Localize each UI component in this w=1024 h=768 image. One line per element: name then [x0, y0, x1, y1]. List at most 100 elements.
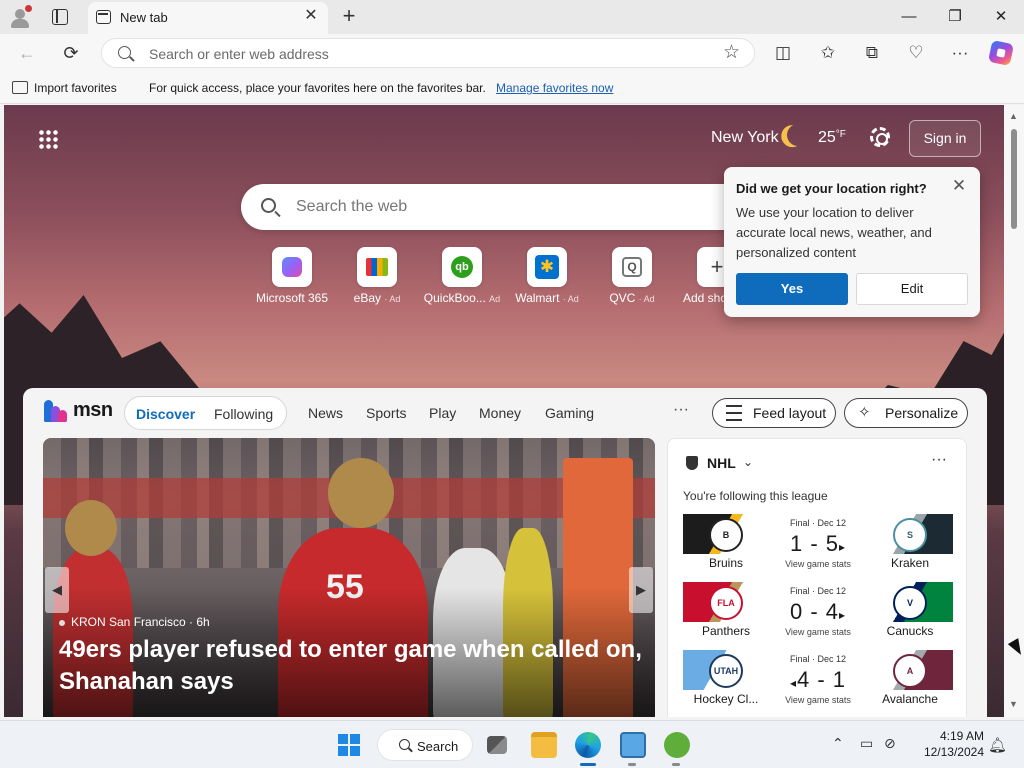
personalize-button[interactable]: ✧ Personalize: [844, 398, 968, 428]
tab-new-tab[interactable]: New tab ✕: [88, 2, 328, 34]
manage-favorites-link[interactable]: Manage favorites now: [496, 81, 613, 95]
new-tab-page: New York 25°F Sign in Search the web Mic…: [4, 105, 1004, 717]
copilot-icon[interactable]: [987, 39, 1015, 67]
nhl-scores-card: NHL ⌄ ··· You're following this league B…: [667, 438, 967, 717]
quick-link-ebay[interactable]: eBay · Ad: [337, 247, 417, 305]
close-icon[interactable]: ✕: [950, 177, 968, 195]
feed-nav-money[interactable]: Money: [479, 405, 521, 421]
tab-close-icon[interactable]: ✕: [302, 7, 320, 25]
import-favorites-button[interactable]: Import favorites: [34, 81, 117, 95]
page-settings-gear-icon[interactable]: [870, 127, 890, 147]
show-hidden-icons-chevron-icon[interactable]: ⌃: [832, 735, 844, 752]
new-tab-button[interactable]: +: [338, 5, 360, 27]
quick-link-tile: +: [697, 247, 727, 287]
hero-helmet-left: [65, 500, 117, 556]
system-clock[interactable]: 4:19 AM 12/13/2024: [900, 728, 984, 760]
quick-link-add-shortcut[interactable]: + Add sho: [677, 247, 727, 305]
hero-story-card[interactable]: 55 ◀ ▶ KRON San Francisco · 6h 49ers pla…: [43, 438, 655, 717]
web-search-box[interactable]: Search the web: [241, 184, 751, 230]
quick-link-microsoft-365[interactable]: Microsoft 365: [252, 247, 332, 305]
ebay-icon: [366, 258, 388, 276]
file-explorer-icon[interactable]: [531, 732, 557, 758]
settings-more-icon[interactable]: ···: [949, 42, 971, 64]
green-app-icon[interactable]: [664, 732, 690, 758]
hero-headline[interactable]: 49ers player refused to enter game when …: [59, 634, 649, 698]
feed-more-icon[interactable]: ···: [673, 401, 689, 419]
quick-link-label: QVC · Ad: [592, 291, 672, 305]
add-favorite-star-icon[interactable]: ☆: [723, 42, 740, 64]
close-window-button[interactable]: ✕: [978, 0, 1024, 34]
feed-layout-button[interactable]: Feed layout: [712, 398, 836, 428]
away-team-name: Avalanche: [882, 692, 938, 706]
scroll-up-icon[interactable]: ▲: [1009, 111, 1018, 121]
source-logo-icon: [59, 619, 65, 626]
scrollbar-thumb[interactable]: [1011, 129, 1017, 229]
hero-source[interactable]: KRON San Francisco · 6h: [59, 615, 210, 629]
control-panel-icon[interactable]: [620, 732, 646, 758]
card-more-icon[interactable]: ···: [931, 451, 947, 469]
profile-icon[interactable]: [8, 5, 32, 29]
game-score: 0 - 4▸: [769, 599, 867, 625]
game-row[interactable]: UTAH Hockey Cl... Final · Dec 12 ◂4 - 1 …: [683, 650, 953, 708]
quick-link-name: eBay: [353, 291, 381, 305]
split-screen-icon[interactable]: ◫: [772, 42, 794, 64]
quick-link-quickbooks[interactable]: qb QuickBoo... Ad: [422, 247, 502, 305]
game-status: Final · Dec 12: [789, 586, 847, 596]
page-scrollbar[interactable]: ▲ ▼: [1004, 105, 1024, 717]
edge-browser-icon[interactable]: [575, 732, 601, 758]
view-game-stats-link[interactable]: View game stats: [769, 627, 867, 637]
refresh-icon[interactable]: ⟳: [60, 42, 82, 64]
title-bar: New tab ✕ + — ❐ ✕: [0, 0, 1024, 34]
hero-next-button[interactable]: ▶: [629, 567, 653, 613]
back-icon[interactable]: ←: [16, 42, 38, 64]
feed-nav-sports[interactable]: Sports: [366, 405, 406, 421]
collections-icon[interactable]: ⧉: [861, 42, 883, 64]
quick-link-walmart[interactable]: ✱ Walmart · Ad: [507, 247, 587, 305]
weather-temperature[interactable]: 25°F: [818, 129, 846, 147]
quick-link-qvc[interactable]: Q QVC · Ad: [592, 247, 672, 305]
msn-feed: msn Discover Following News Sports Play …: [23, 388, 987, 717]
navigation-bar: ← ⟳ Search or enter web address ☆ ◫ ✩ ⧉ …: [0, 34, 1024, 72]
location-yes-button[interactable]: Yes: [736, 273, 848, 305]
profile-alert-dot: [25, 5, 32, 12]
network-icon[interactable]: ▭: [860, 735, 873, 752]
scroll-down-icon[interactable]: ▼: [1009, 699, 1018, 709]
taskbar-search[interactable]: Search: [377, 729, 473, 761]
minimize-button[interactable]: —: [886, 0, 932, 34]
favorites-bar-message: For quick access, place your favorites h…: [149, 81, 486, 95]
msn-brand[interactable]: msn: [73, 399, 113, 422]
view-game-stats-link[interactable]: View game stats: [769, 695, 867, 705]
tab-actions-icon[interactable]: [52, 9, 68, 25]
feed-nav-play[interactable]: Play: [429, 405, 456, 421]
feed-nav-gaming[interactable]: Gaming: [545, 405, 594, 421]
browser-essentials-icon[interactable]: ♡: [905, 42, 927, 64]
chevron-down-icon[interactable]: ⌄: [743, 455, 753, 469]
league-selector[interactable]: NHL: [707, 455, 736, 471]
address-bar[interactable]: Search or enter web address ☆: [101, 38, 755, 68]
tab-following[interactable]: Following: [214, 406, 273, 422]
sign-in-button[interactable]: Sign in: [909, 120, 981, 157]
game-row[interactable]: B Bruins Final · Dec 12 1 - 5▸ View game…: [683, 514, 953, 572]
ad-label: · Ad: [638, 294, 655, 304]
location-edit-button[interactable]: Edit: [856, 273, 968, 305]
volume-muted-icon[interactable]: ⊘: [884, 735, 896, 752]
logo-bar: [58, 410, 67, 422]
hero-reactions: [61, 710, 181, 717]
following-subtitle: You're following this league: [683, 489, 828, 503]
hero-prev-button[interactable]: ◀: [45, 567, 69, 613]
task-view-icon[interactable]: [487, 736, 507, 754]
away-team: V Canucks: [867, 582, 953, 640]
favorites-icon[interactable]: ✩: [817, 42, 839, 64]
plus-icon: +: [710, 254, 724, 279]
restore-button[interactable]: ❐: [932, 0, 978, 34]
tab-discover[interactable]: Discover: [136, 406, 195, 422]
view-game-stats-link[interactable]: View game stats: [769, 559, 867, 569]
game-row[interactable]: FLA Panthers Final · Dec 12 0 - 4▸ View …: [683, 582, 953, 640]
import-favorites-icon[interactable]: [12, 81, 28, 94]
moon-icon: [784, 121, 812, 149]
windows-start-icon[interactable]: [338, 734, 360, 756]
notification-bell-icon[interactable]: 🔔︎: [988, 736, 1007, 754]
app-launcher-icon[interactable]: [38, 129, 58, 149]
weather-city[interactable]: New York: [711, 129, 779, 147]
feed-nav-news[interactable]: News: [308, 405, 343, 421]
